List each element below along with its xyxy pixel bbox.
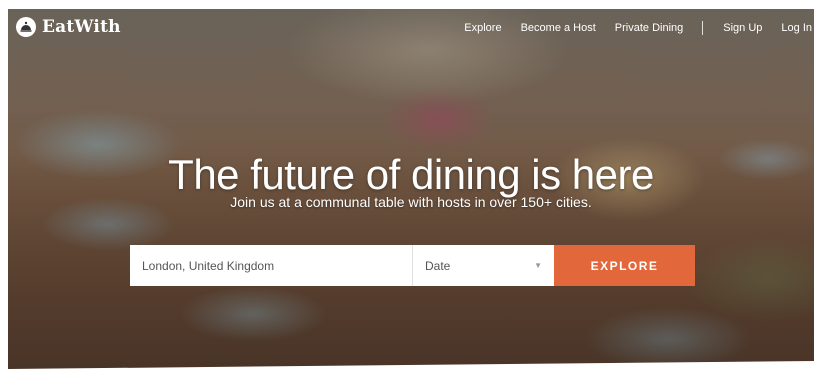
nav-private-dining-link[interactable]: Private Dining — [615, 22, 683, 34]
nav-become-host-link[interactable]: Become a Host — [521, 22, 596, 34]
cloche-icon — [16, 17, 36, 37]
date-select[interactable]: Date ▼ — [412, 245, 554, 286]
nav-sign-up-link[interactable]: Sign Up — [723, 22, 762, 34]
nav-divider — [702, 21, 704, 35]
brand-name: EatWith — [42, 17, 121, 37]
date-select-label: Date — [425, 258, 451, 273]
nav-explore-link[interactable]: Explore — [464, 22, 501, 34]
nav-log-in-link[interactable]: Log In — [781, 22, 812, 34]
hero-subheadline: Join us at a communal table with hosts i… — [230, 194, 592, 210]
brand-logo[interactable]: EatWith — [16, 17, 121, 37]
hero-headline: The future of dining is here — [168, 151, 654, 199]
search-bar: Date ▼ EXPLORE — [130, 245, 695, 286]
chevron-down-icon: ▼ — [534, 261, 542, 270]
explore-button[interactable]: EXPLORE — [554, 245, 695, 286]
hero-banner: EatWith Explore Become a Host Private Di… — [8, 9, 814, 369]
location-input[interactable] — [130, 245, 412, 286]
top-nav: Explore Become a Host Private Dining Sig… — [464, 21, 812, 35]
